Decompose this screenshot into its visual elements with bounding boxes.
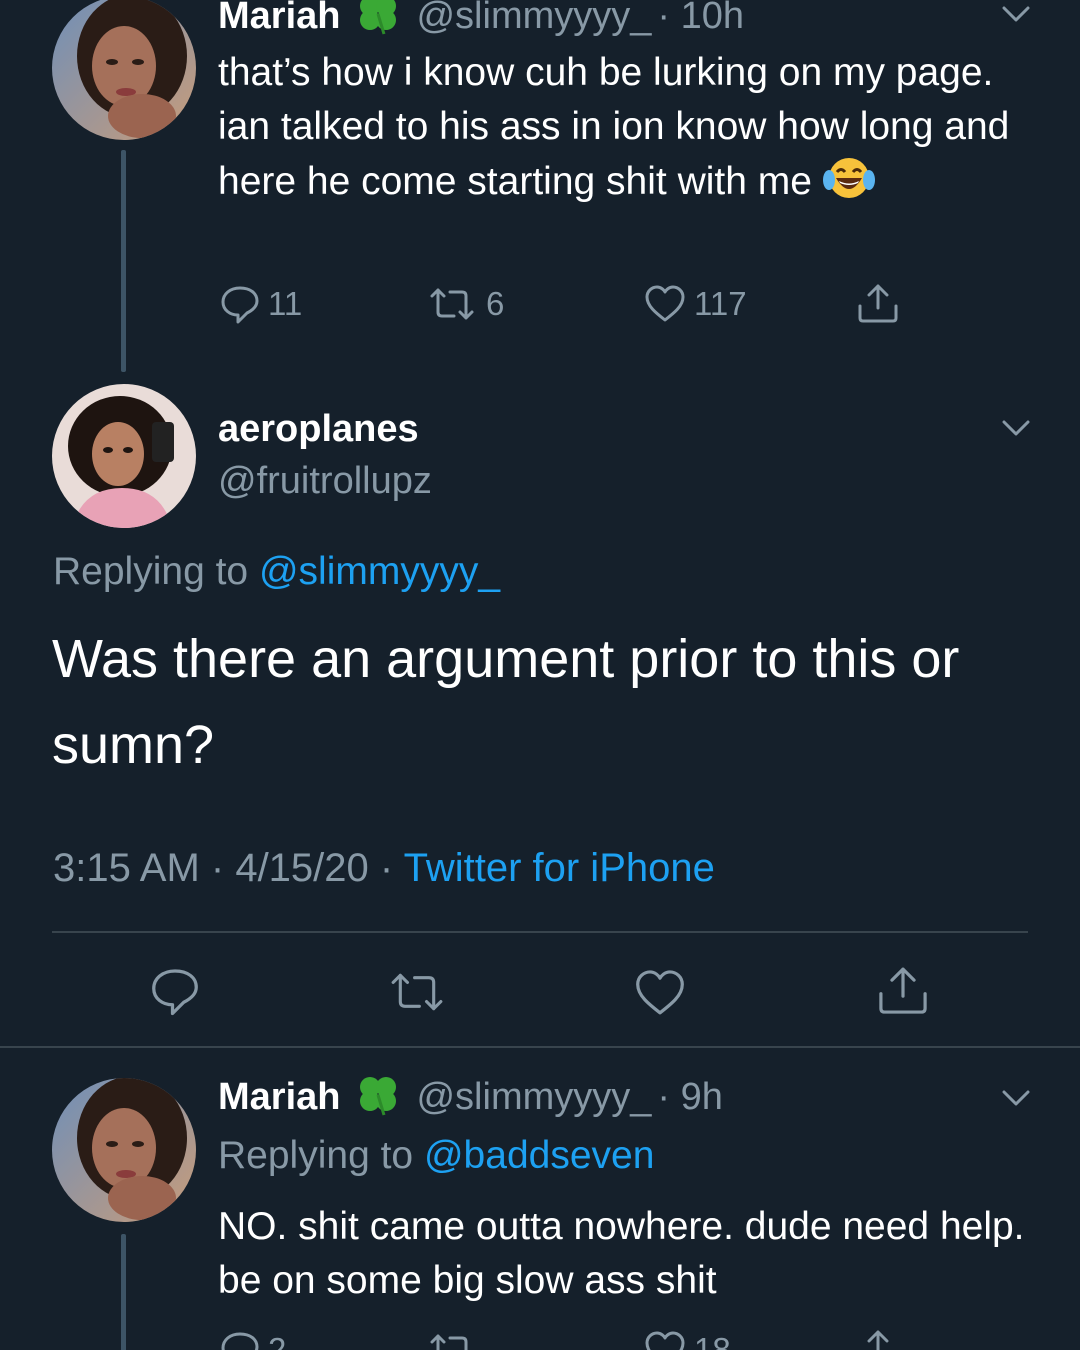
reply-icon: [221, 286, 259, 324]
tweet-text-content: that’s how i know cuh be lurking on my p…: [218, 51, 1010, 203]
handle[interactable]: @fruitrollupz: [218, 460, 432, 503]
handle[interactable]: @slimmyyyy_: [416, 1076, 651, 1119]
divider: [52, 931, 1028, 933]
heart-icon: [645, 1331, 685, 1350]
replying-label: Replying to: [53, 550, 249, 593]
like-button[interactable]: 117: [644, 284, 747, 324]
share-button[interactable]: [876, 964, 930, 1021]
display-name[interactable]: Mariah: [218, 1076, 340, 1119]
four-leaf-clover-icon: [354, 0, 402, 41]
tweet-meta: 3:15 AM · 4/15/20 · Twitter for iPhone: [53, 846, 715, 891]
tears-of-joy-emoji: [822, 154, 875, 215]
four-leaf-clover-icon: [354, 1073, 402, 1122]
reply-button[interactable]: [150, 966, 200, 1021]
tweet-text: that’s how i know cuh be lurking on my p…: [218, 46, 1028, 215]
share-icon: [879, 967, 927, 1014]
retweet-count: 6: [486, 285, 505, 322]
reply-button[interactable]: 11: [220, 284, 302, 324]
avatar[interactable]: [52, 384, 196, 528]
tweet-time: 3:15 AM: [53, 846, 200, 890]
thread-line: [121, 1234, 126, 1350]
reply-count: 2: [268, 1331, 287, 1350]
heart-icon: [645, 285, 685, 322]
avatar[interactable]: [52, 0, 196, 140]
timestamp[interactable]: · 10h: [657, 0, 744, 38]
heart-icon: [636, 970, 684, 1015]
reply-count: 11: [268, 285, 303, 322]
replying-to: Replying to @baddseven: [218, 1134, 654, 1178]
share-icon: [867, 1330, 889, 1350]
mention-link[interactable]: @baddseven: [424, 1134, 654, 1177]
chevron-down-icon[interactable]: [1000, 2, 1032, 26]
reply-icon: [221, 1332, 259, 1350]
like-button[interactable]: 18: [644, 1330, 731, 1350]
reply-icon: [152, 969, 198, 1016]
mention-link[interactable]: @slimmyyyy_: [259, 550, 500, 593]
handle[interactable]: @slimmyyyy_: [416, 0, 651, 38]
display-name[interactable]: aeroplanes: [218, 408, 419, 451]
chevron-down-icon[interactable]: [1000, 416, 1032, 440]
thread-line: [121, 150, 126, 372]
display-name[interactable]: Mariah: [218, 0, 340, 38]
divider: [0, 1046, 1080, 1048]
tweet-text: Was there an argument prior to this or s…: [52, 629, 960, 775]
retweet-button[interactable]: [386, 968, 448, 1021]
retweet-icon: [430, 1334, 468, 1350]
share-button[interactable]: [856, 282, 900, 324]
tweet-source[interactable]: Twitter for iPhone: [404, 846, 715, 890]
tweet-header: Mariah @slimmyyyy_ · 10h: [218, 0, 744, 38]
share-icon: [858, 284, 898, 323]
replying-label: Replying to: [218, 1134, 414, 1177]
share-button[interactable]: [856, 1328, 900, 1350]
avatar[interactable]: [52, 1078, 196, 1222]
tweet-date: · 4/15/20 ·: [210, 846, 394, 890]
tweet-header: Mariah @slimmyyyy_ · 9h: [218, 1074, 723, 1120]
replying-to: Replying to @slimmyyyy_: [53, 550, 500, 594]
timestamp[interactable]: · 9h: [657, 1076, 722, 1119]
retweet-icon: [391, 973, 443, 1011]
chevron-down-icon[interactable]: [1000, 1086, 1032, 1110]
retweet-button[interactable]: [426, 1330, 478, 1350]
tweet-text: NO. shit came outta nowhere. dude need h…: [218, 1205, 1025, 1302]
retweet-icon: [430, 288, 474, 320]
like-count: 18: [694, 1331, 731, 1350]
like-button[interactable]: [634, 968, 686, 1023]
retweet-button[interactable]: 6: [426, 284, 504, 324]
like-count: 117: [694, 285, 747, 322]
reply-button[interactable]: 2: [220, 1330, 286, 1350]
